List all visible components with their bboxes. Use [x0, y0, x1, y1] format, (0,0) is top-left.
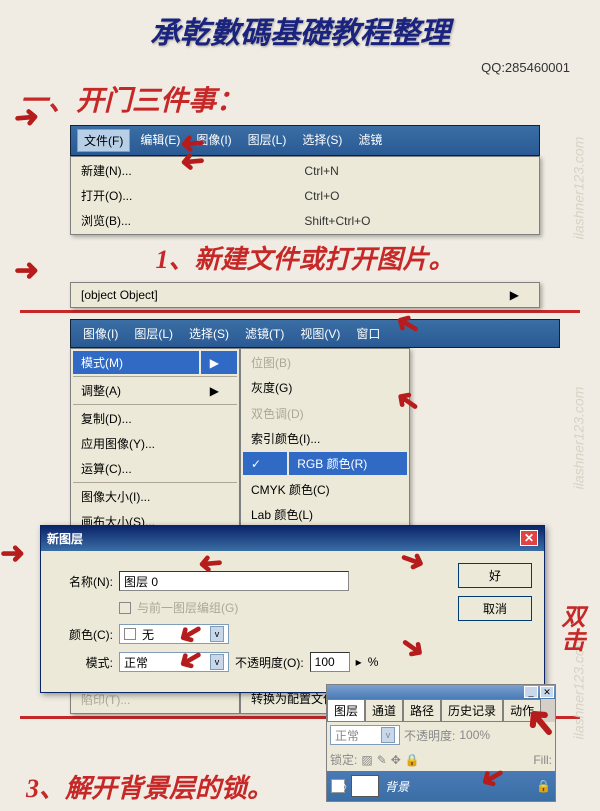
new-layer-dialog: 新图层 ✕ 名称(N): 与前一图层编组(G) 颜色(C): 无 v 模式: 正… [40, 525, 545, 693]
menu-item-calc[interactable]: 运算(C)... [73, 457, 237, 480]
file-menu: 新建(N)...Ctrl+N 打开(O)...Ctrl+O 浏览(B)...Sh… [70, 156, 540, 235]
menu-filter2[interactable]: 滤镜(T) [239, 323, 290, 344]
watermark: ilashner123.com [571, 637, 587, 740]
mode-lab[interactable]: Lab 颜色(L) [243, 503, 407, 526]
arrow-icon: ➜ [197, 545, 225, 582]
mode-bitmap: 位图(B) [243, 351, 407, 374]
mode-duotone: 双色调(D) [243, 402, 407, 425]
caption-3: 3、解开背景层的锁。 [20, 762, 279, 811]
tab-layers[interactable]: 图层 [327, 699, 365, 722]
menu-layer[interactable]: 图层(L) [242, 129, 293, 152]
chevron-down-icon: v [210, 626, 224, 642]
arrow-icon: ➜ [179, 143, 207, 180]
opacity-label: 不透明度(O): [235, 654, 304, 671]
blend-select: 正常v [330, 725, 400, 745]
mode-indexed[interactable]: 索引颜色(I)... [243, 427, 407, 450]
menu-filter[interactable]: 滤镜 [352, 129, 388, 152]
close-icon[interactable]: ✕ [520, 530, 538, 546]
double-click-label: 双击 [553, 604, 588, 652]
menu-select[interactable]: 选择(S) [296, 129, 348, 152]
menu-item-dup[interactable]: 复制(D)... [73, 407, 237, 430]
minimize-icon[interactable]: _ [524, 686, 538, 698]
file-menu-bottom: [object Object]▶ [70, 282, 540, 308]
menu-layer2[interactable]: 图层(L) [128, 323, 179, 344]
group-checkbox [119, 602, 131, 614]
menu-view2[interactable]: 视图(V) [294, 323, 346, 344]
dialog-title: 新图层 [47, 530, 83, 547]
mode-gray[interactable]: 灰度(G) [243, 376, 407, 399]
layer-name[interactable]: 背景 [385, 778, 409, 795]
lock-move-icon[interactable]: ✥ [391, 753, 401, 767]
divider [20, 310, 580, 313]
tab-history[interactable]: 历史记录 [441, 699, 503, 722]
menu-item-open[interactable]: 打开(O)...Ctrl+O [73, 184, 537, 207]
layer-thumbnail[interactable] [351, 775, 379, 797]
color-label: 颜色(C): [53, 626, 113, 643]
menu-file[interactable]: 文件(F) [77, 129, 130, 152]
menu-item-apply[interactable]: 应用图像(Y)... [73, 432, 237, 455]
mode-rgb[interactable]: ✓RGB 颜色(R) [243, 452, 407, 475]
menubar-1[interactable]: 文件(F) 编辑(E) 图像(I) 图层(L) 选择(S) 滤镜 [70, 125, 540, 156]
chevron-down-icon: v [210, 654, 224, 670]
opacity-arrow[interactable]: ▸ [356, 655, 362, 669]
layer-row-bg[interactable]: 👁 背景 🔒 [327, 771, 555, 801]
menu-item-browse[interactable]: 浏览(B)...Shift+Ctrl+O [73, 209, 537, 232]
arrow-icon: ➜ [14, 253, 39, 288]
cancel-button[interactable]: 取消 [458, 596, 532, 621]
page-title: 承乾數碼基礎教程整理 [0, 0, 600, 60]
menu-item-imgsize[interactable]: 图像大小(I)... [73, 485, 237, 508]
mode-cmyk[interactable]: CMYK 颜色(C) [243, 477, 407, 500]
menubar-2[interactable]: 图像(I) 图层(L) 选择(S) 滤镜(T) 视图(V) 窗口 [70, 319, 560, 348]
lock-paint-icon[interactable]: ✎ [377, 753, 387, 767]
visibility-icon[interactable]: 👁 [331, 779, 345, 793]
menu-item-new[interactable]: 新建(N)...Ctrl+N [73, 159, 537, 182]
watermark: ilashner123.com [571, 387, 587, 490]
dialog-titlebar[interactable]: 新图层 ✕ [41, 526, 544, 551]
tab-paths[interactable]: 路径 [403, 699, 441, 722]
menu-item-adjust[interactable]: 调整(A)▶ [73, 379, 237, 402]
lock-trans-icon[interactable]: ▨ [361, 753, 372, 767]
menu-select2[interactable]: 选择(S) [183, 323, 235, 344]
name-label: 名称(N): [53, 573, 113, 590]
lock-icon: 🔒 [536, 779, 551, 793]
section-heading: 一、开门三件事： [0, 75, 600, 123]
menu-item-recent[interactable]: [object Object]▶ [73, 285, 537, 305]
watermark: ilashner123.com [571, 137, 587, 240]
menu-window2[interactable]: 窗口 [350, 323, 386, 344]
menu-item-mode[interactable]: 模式(M)▶ [73, 351, 237, 374]
tab-channels[interactable]: 通道 [365, 699, 403, 722]
arrow-icon: ➜ [0, 536, 25, 571]
opacity-input[interactable] [310, 652, 350, 672]
arrow-icon: ➜ [13, 99, 41, 136]
layer-name-input[interactable] [119, 571, 349, 591]
caption-1: 1、新建文件或打开图片。 [70, 233, 540, 282]
swatch-icon [124, 628, 136, 640]
layers-panel: _ ✕ 图层 通道 路径 历史记录 动作 正常v 不透明度:100% 锁定: ▨… [326, 684, 556, 802]
menu-image2[interactable]: 图像(I) [77, 323, 124, 344]
qq-contact: QQ:285460001 [0, 60, 600, 75]
mode-label: 模式: [53, 654, 113, 671]
ok-button[interactable]: 好 [458, 563, 532, 588]
lock-all-icon[interactable]: 🔒 [405, 753, 420, 767]
